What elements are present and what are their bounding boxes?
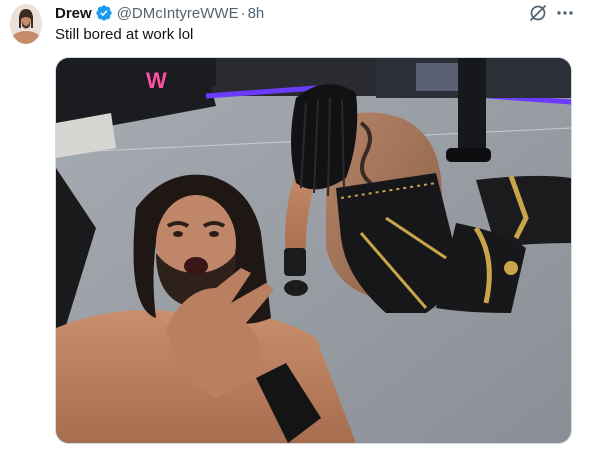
avatar[interactable] — [10, 4, 42, 44]
arena-logo-text: W — [146, 68, 167, 93]
more-options-icon[interactable] — [555, 3, 575, 23]
tweet-timestamp[interactable]: 8h — [248, 5, 265, 22]
tweet-header: Drew @DMcIntyreWWE · 8h — [55, 3, 264, 23]
header-separator: · — [240, 4, 246, 22]
grok-icon[interactable] — [528, 3, 548, 23]
verified-badge-icon — [95, 4, 113, 22]
display-name[interactable]: Drew — [55, 5, 92, 22]
arena-logo: W — [146, 68, 167, 93]
tweet-photo[interactable]: W — [55, 57, 572, 444]
ring-selfie-image: W — [56, 58, 571, 443]
tweet-text: Still bored at work lol — [55, 26, 194, 43]
tweet-card[interactable]: Drew @DMcIntyreWWE · 8h Still bored at w… — [0, 0, 597, 455]
user-avatar-icon — [10, 4, 42, 44]
author-handle[interactable]: @DMcIntyreWWE — [117, 5, 239, 22]
